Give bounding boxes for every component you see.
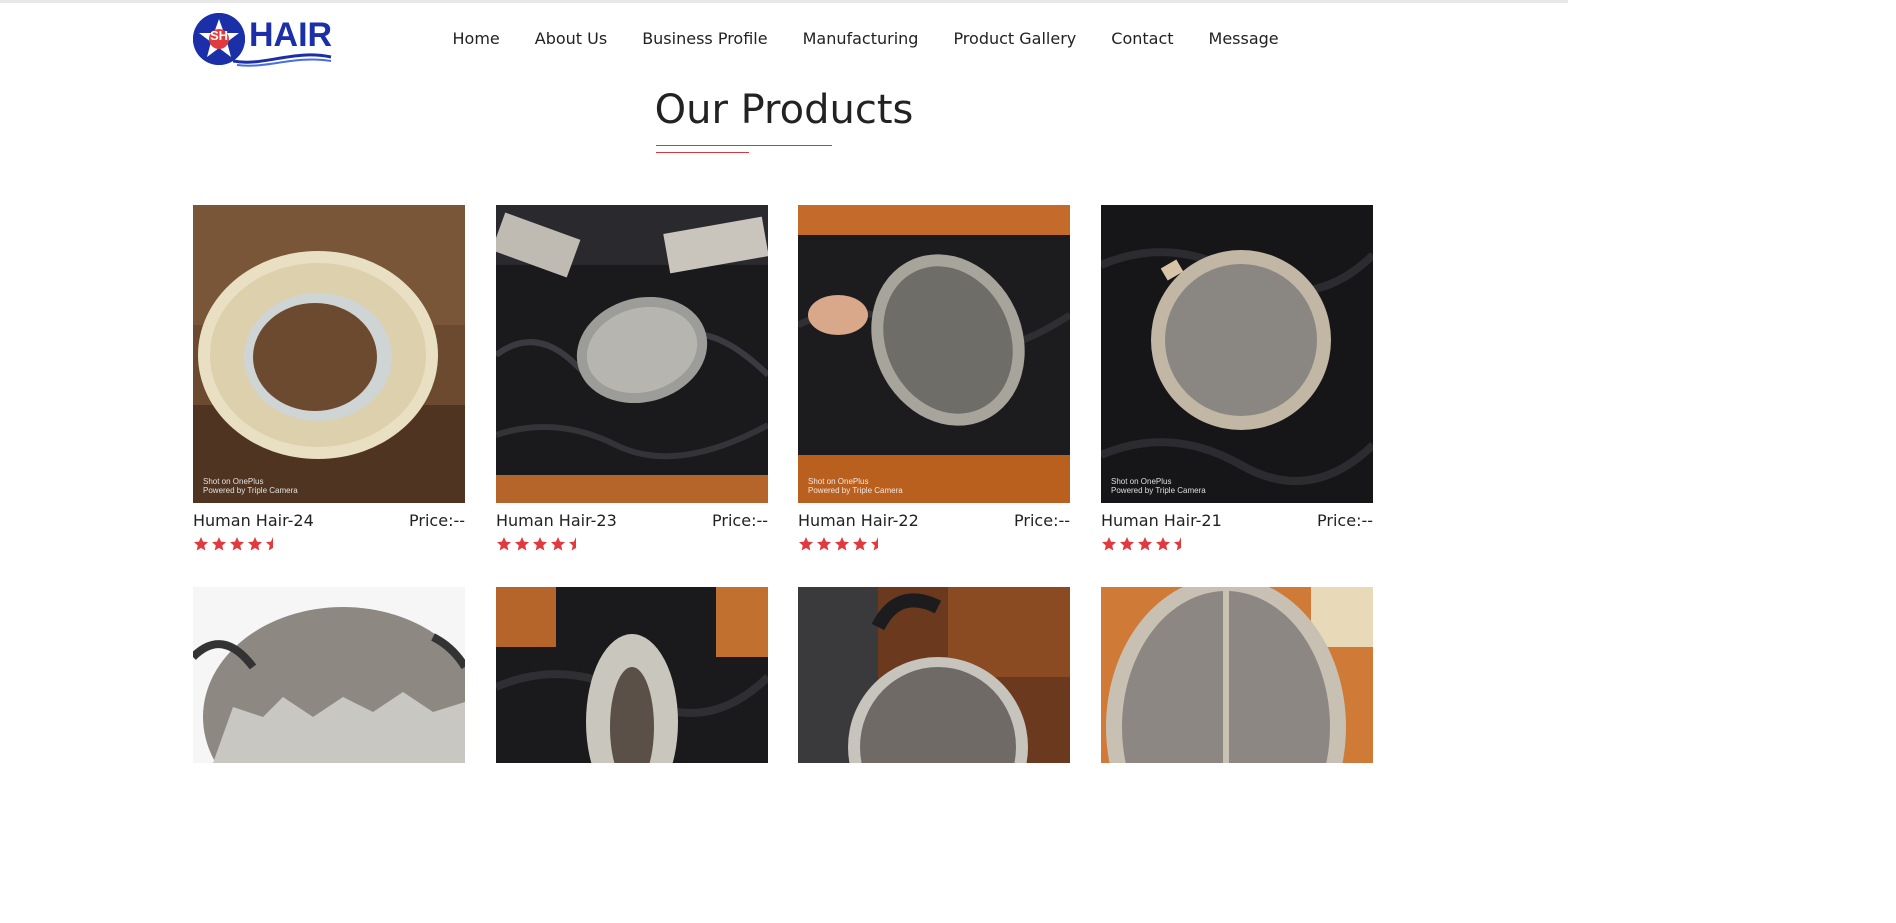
photo-watermark: Shot on OnePlus Powered by Triple Camera <box>1111 477 1206 495</box>
product-name[interactable]: Human Hair-23 <box>496 511 617 531</box>
product-meta: Human Hair-23 Price:-- <box>496 511 768 531</box>
product-meta: Human Hair-24 Price:-- <box>193 511 465 531</box>
nav-about-us[interactable]: About Us <box>517 26 624 52</box>
product-card[interactable] <box>496 587 768 763</box>
star-icon <box>515 537 529 551</box>
nav-message[interactable]: Message <box>1191 26 1296 52</box>
mono-base-photo <box>496 587 768 763</box>
product-price: Price:-- <box>712 511 768 530</box>
star-icon <box>230 537 244 551</box>
product-photo[interactable]: Shot on OnePlus Powered by Triple Camera <box>798 205 1070 503</box>
title-underline-short <box>656 152 749 153</box>
product-photo[interactable] <box>798 587 1070 763</box>
star-icon <box>1138 537 1152 551</box>
product-price: Price:-- <box>1014 511 1070 530</box>
product-photo[interactable] <box>496 205 768 503</box>
tape-roll-photo <box>193 205 465 503</box>
star-icon <box>194 537 208 551</box>
product-photo[interactable] <box>1101 587 1373 763</box>
product-card[interactable]: Human Hair-23 Price:-- <box>496 205 768 552</box>
product-card[interactable] <box>193 587 465 763</box>
half-star-icon <box>266 537 273 551</box>
product-meta: Human Hair-22 Price:-- <box>798 511 1070 531</box>
nav-product-gallery[interactable]: Product Gallery <box>936 26 1094 52</box>
product-photo[interactable] <box>193 587 465 763</box>
star-icon <box>1102 537 1116 551</box>
product-card[interactable] <box>798 587 1070 763</box>
star-icon <box>853 537 867 551</box>
lace-front-photo <box>193 587 465 763</box>
star-icon <box>551 537 565 551</box>
product-meta: Human Hair-21 Price:-- <box>1101 511 1373 531</box>
product-card[interactable]: Shot on OnePlus Powered by Triple Camera… <box>798 205 1070 552</box>
nav-contact[interactable]: Contact <box>1094 26 1191 52</box>
logo-swoosh-icon <box>233 53 332 67</box>
product-price: Price:-- <box>409 511 465 530</box>
product-price: Price:-- <box>1317 511 1373 530</box>
product-photo[interactable]: Shot on OnePlus Powered by Triple Camera <box>193 205 465 503</box>
star-icon <box>1120 537 1134 551</box>
star-icon <box>533 537 547 551</box>
nav-home[interactable]: Home <box>435 26 517 52</box>
half-star-icon <box>871 537 878 551</box>
product-name[interactable]: Human Hair-22 <box>798 511 919 531</box>
product-card[interactable]: Shot on OnePlus Powered by Triple Camera… <box>193 205 465 552</box>
product-rating <box>496 536 768 552</box>
half-star-icon <box>569 537 576 551</box>
site-header: SH HAIR Home About Us Business Profile M… <box>0 3 1568 73</box>
product-card[interactable]: Shot on OnePlus Powered by Triple Camera… <box>1101 205 1373 552</box>
product-rating <box>193 536 465 552</box>
section-title: Our Products <box>654 87 914 133</box>
nav-business-profile[interactable]: Business Profile <box>625 26 785 52</box>
star-icon <box>248 537 262 551</box>
logo-badge-text: SH <box>209 28 229 43</box>
star-icon <box>212 537 226 551</box>
product-name[interactable]: Human Hair-21 <box>1101 511 1222 531</box>
lace-patch-photo <box>798 205 1070 503</box>
star-icon <box>817 537 831 551</box>
lace-cap-photo <box>1101 587 1373 763</box>
half-star-icon <box>1174 537 1181 551</box>
title-underline <box>656 145 832 146</box>
site-logo[interactable]: SH HAIR <box>193 11 333 67</box>
star-icon <box>1156 537 1170 551</box>
hair-system-photo <box>1101 205 1373 503</box>
product-card[interactable] <box>1101 587 1373 763</box>
product-photo[interactable]: Shot on OnePlus Powered by Triple Camera <box>1101 205 1373 503</box>
star-icon <box>497 537 511 551</box>
full-cap-photo <box>798 587 1070 763</box>
star-icon <box>799 537 813 551</box>
star-icon <box>835 537 849 551</box>
product-name[interactable]: Human Hair-24 <box>193 511 314 531</box>
product-rating <box>1101 536 1373 552</box>
main-nav: Home About Us Business Profile Manufactu… <box>435 26 1296 52</box>
hair-patch-photo <box>496 205 768 503</box>
product-photo[interactable] <box>496 587 768 763</box>
nav-manufacturing[interactable]: Manufacturing <box>785 26 936 52</box>
photo-watermark: Shot on OnePlus Powered by Triple Camera <box>808 477 903 495</box>
product-rating <box>798 536 1070 552</box>
photo-watermark: Shot on OnePlus Powered by Triple Camera <box>203 477 298 495</box>
